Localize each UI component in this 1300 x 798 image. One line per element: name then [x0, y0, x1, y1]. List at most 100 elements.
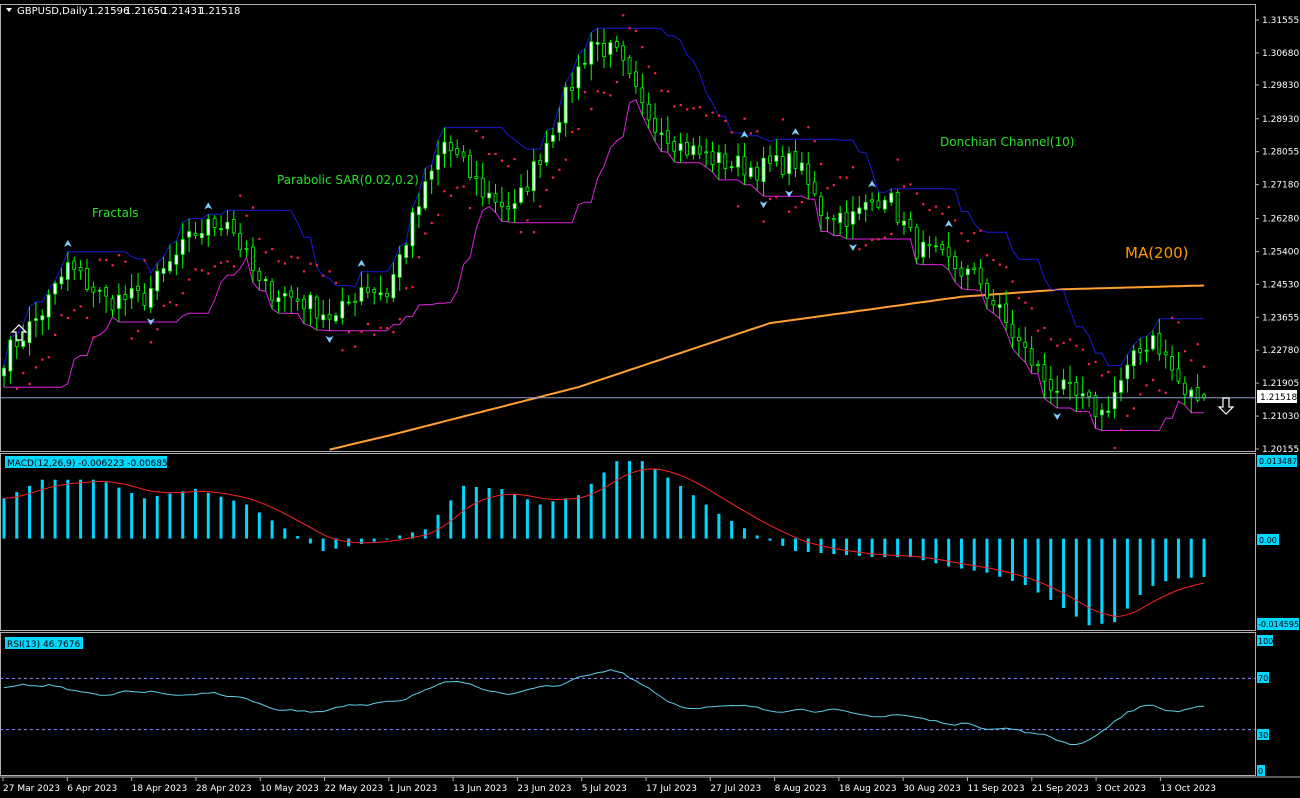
sar-dot: [979, 229, 982, 232]
time-tick-label: 13 Oct 2023: [1160, 784, 1216, 794]
sar-dot: [181, 292, 184, 295]
sar-dot: [137, 329, 140, 333]
candle-body: [627, 57, 632, 74]
candle-body: [263, 278, 268, 282]
candle-body: [1061, 379, 1066, 390]
candle-body: [480, 177, 485, 198]
candle-body: [97, 289, 102, 292]
sar-dot: [296, 256, 299, 259]
sar-dot: [641, 46, 644, 49]
sar-dot: [845, 176, 848, 179]
candle-body: [423, 181, 428, 209]
sar-dot: [1017, 296, 1021, 300]
sar-dot: [354, 345, 357, 348]
sar-dot: [941, 212, 944, 215]
candle-body: [1195, 387, 1200, 401]
sar-dot: [1190, 359, 1193, 362]
candle-body: [346, 301, 351, 304]
sar-dot: [1132, 407, 1135, 410]
candle-body: [544, 142, 549, 163]
macd-histogram-bar: [628, 461, 632, 539]
candle-body: [685, 142, 689, 156]
symbol-header: GBPUSD,Daily: [17, 6, 88, 17]
sar-dot: [966, 239, 970, 243]
macd-histogram-bar: [615, 461, 619, 539]
price-tick-label: 1.24530: [1262, 280, 1299, 290]
macd-histogram-bar: [219, 496, 223, 539]
macd-top-value: 0.013487: [1259, 457, 1297, 466]
candle-body: [927, 243, 932, 247]
sar-dot: [679, 103, 682, 107]
time-tick-label: 10 May 2023: [260, 784, 319, 794]
candle-body: [59, 276, 64, 285]
sar-dot: [143, 259, 146, 262]
macd-histogram-bar: [347, 538, 351, 547]
candle-body: [334, 315, 338, 322]
sar-dot: [737, 205, 740, 208]
candle-body: [1157, 332, 1162, 355]
sar-dot: [928, 208, 931, 212]
sar-dot: [1030, 307, 1033, 310]
annotation-donchian: Donchian Channel(10): [940, 135, 1074, 149]
macd-histogram-bar: [525, 499, 529, 539]
sar-dot: [826, 187, 829, 190]
sar-dot: [756, 130, 759, 133]
candle-body: [353, 300, 357, 303]
candle-body: [372, 289, 377, 293]
candle-body: [761, 157, 766, 182]
candle-body: [180, 239, 185, 255]
macd-histogram-bar: [193, 488, 197, 539]
macd-histogram-bar: [40, 479, 44, 539]
trading-chart[interactable]: 1.31555 1.30680 1.29830 1.28930 1.28055 1.271…: [0, 0, 1300, 798]
candle-body: [672, 141, 677, 152]
candle-body: [499, 201, 504, 207]
sar-dot: [1196, 343, 1199, 346]
candle-body: [729, 166, 734, 169]
candle-body: [965, 268, 970, 275]
macd-histogram-bar: [1087, 538, 1091, 626]
macd-histogram-bar: [257, 512, 261, 539]
candle-body: [327, 313, 332, 320]
rsi-tick-70: 70: [1258, 674, 1268, 683]
sar-dot: [1120, 428, 1123, 432]
candle-body: [519, 187, 523, 203]
macd-label: MACD(12,26,9) -0.006223 -0.006851: [7, 459, 173, 469]
macd-histogram-bar: [704, 504, 708, 539]
time-tick-label: 30 Aug 2023: [903, 784, 961, 794]
candle-body: [1112, 392, 1117, 410]
macd-histogram-bar: [589, 483, 593, 539]
price-tick-label: 1.22780: [1262, 346, 1299, 356]
candle-body: [997, 304, 1002, 308]
sar-dot: [251, 206, 255, 209]
sar-dot: [149, 341, 153, 344]
sar-dot: [1075, 344, 1078, 347]
sar-dot: [775, 195, 778, 199]
time-tick-label: 23 Jun 2023: [517, 784, 571, 794]
sar-dot: [634, 29, 638, 33]
candle-body: [2, 367, 6, 377]
macd-histogram-bar: [1113, 538, 1117, 623]
sar-dot: [705, 114, 708, 117]
sar-dot: [303, 270, 306, 273]
time-tick-label: 27 Mar 2023: [3, 784, 60, 794]
sar-dot: [954, 219, 957, 222]
rsi-tick-0: 0: [1258, 767, 1263, 776]
candle-body: [557, 122, 562, 133]
macd-histogram-bar: [398, 535, 402, 539]
sar-dot: [1024, 301, 1027, 304]
candle-body: [621, 45, 626, 61]
sar-dot: [660, 89, 663, 92]
time-tick-label: 11 Sep 2023: [968, 784, 1025, 794]
sar-dot: [1145, 384, 1148, 387]
candle-body: [921, 241, 926, 258]
macd-zero-value: 0.00: [1259, 536, 1277, 545]
candle-body: [289, 290, 294, 298]
macd-histogram-bar: [270, 520, 274, 539]
price-tick-label: 1.26280: [1262, 215, 1299, 225]
time-tick-label: 27 Jul 2023: [710, 784, 761, 794]
sar-dot: [258, 237, 261, 241]
candle-body: [72, 260, 77, 270]
sar-dot: [168, 301, 172, 304]
candle-body: [972, 267, 977, 270]
sar-dot: [883, 236, 887, 239]
